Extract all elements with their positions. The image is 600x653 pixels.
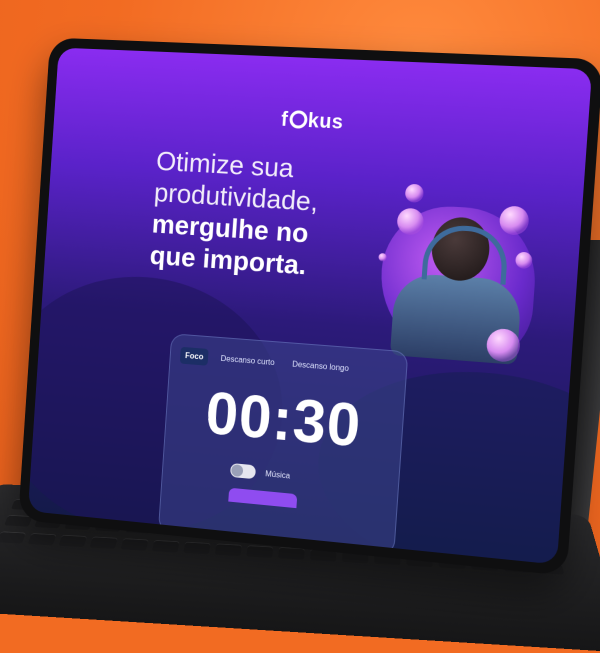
bubble-icon [499, 205, 530, 235]
music-toggle-switch[interactable] [230, 463, 256, 479]
timer-display: 00:30 [165, 375, 405, 464]
music-toggle-row: Música [230, 463, 291, 482]
timer-card: Foco Descanso curto Descanso longo 00:30… [158, 333, 408, 555]
app-screen: f kus Otimize sua produtividade, mergulhe… [28, 48, 592, 565]
start-button[interactable] [228, 488, 297, 508]
bubble-icon [405, 184, 424, 203]
hero-headline: Otimize sua produtividade, mergulhe no q… [149, 145, 322, 282]
logo-ring-icon [289, 110, 308, 129]
tab-descanso-longo[interactable]: Descanso longo [287, 355, 355, 377]
toggle-knob [231, 464, 243, 477]
timer-tabs: Foco Descanso curto Descanso longo [180, 347, 355, 378]
tablet-device: f kus Otimize sua produtividade, mergulhe… [18, 38, 600, 576]
tab-descanso-curto[interactable]: Descanso curto [215, 350, 280, 372]
hero-illustration [366, 182, 541, 366]
fokus-logo[interactable]: f kus [54, 98, 588, 147]
tab-foco[interactable]: Foco [180, 347, 209, 366]
logo-text-left: f [280, 109, 289, 131]
music-label: Música [265, 469, 290, 480]
logo-text-right: kus [307, 110, 344, 134]
